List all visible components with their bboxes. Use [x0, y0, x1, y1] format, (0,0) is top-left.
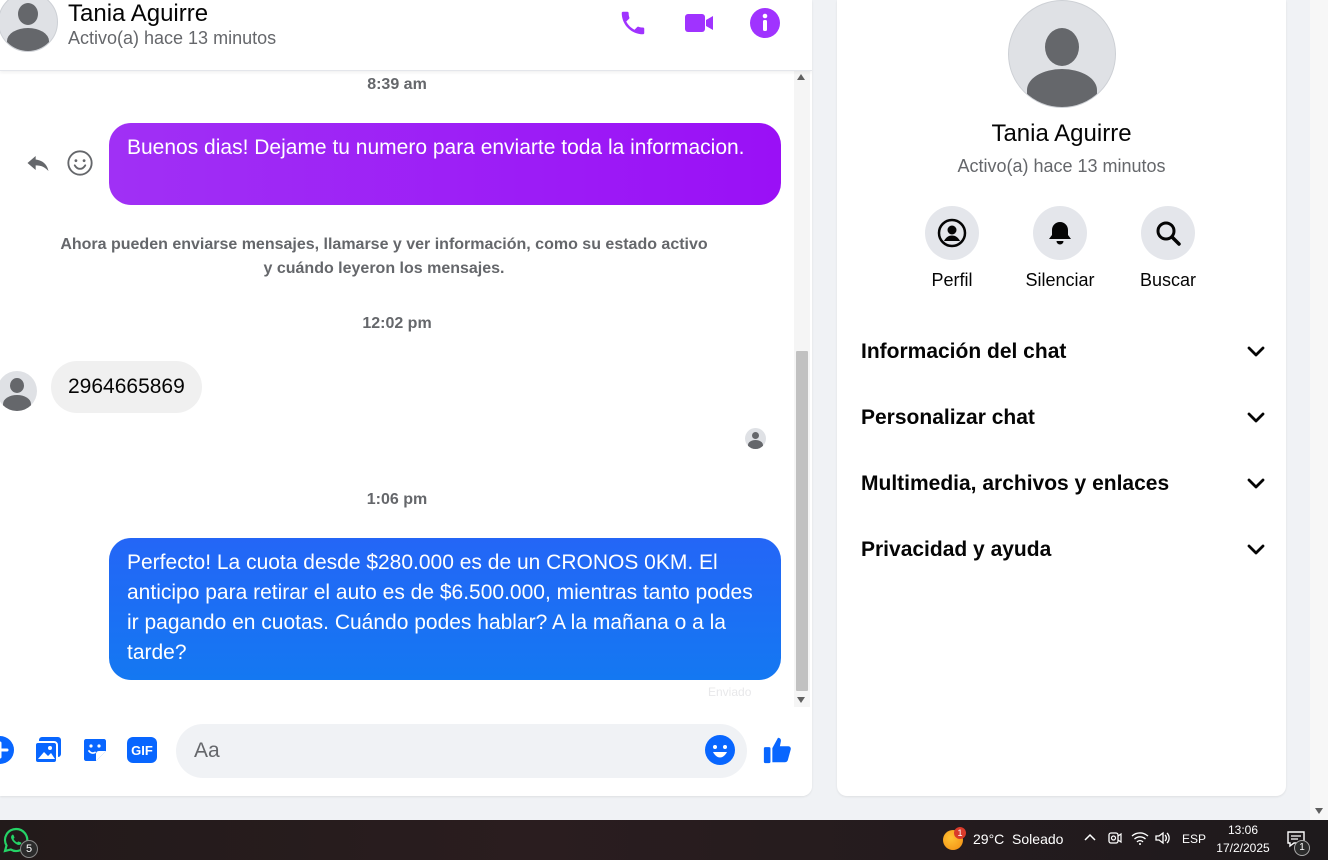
profile-icon [925, 206, 979, 260]
wifi-icon[interactable] [1131, 830, 1149, 849]
profile-button[interactable]: Perfil [902, 206, 1002, 291]
reply-icon[interactable] [24, 149, 52, 177]
chevron-down-icon [1247, 346, 1265, 357]
outgoing-message[interactable]: Buenos dias! Dejame tu numero para envia… [109, 123, 781, 205]
outgoing-message[interactable]: Perfecto! La cuota desde $280.000 es de … [109, 538, 781, 680]
chevron-down-icon [1247, 478, 1265, 489]
plus-icon[interactable] [0, 734, 16, 766]
mute-button[interactable]: Silenciar [1010, 206, 1110, 291]
message-input[interactable] [176, 724, 747, 778]
notification-badge: 1 [1294, 840, 1310, 856]
search-icon [1141, 206, 1195, 260]
whatsapp-badge: 5 [20, 840, 38, 858]
contact-name[interactable]: Tania Aguirre [68, 0, 208, 28]
emoji-icon[interactable] [704, 734, 736, 766]
chevron-up-icon[interactable] [1083, 830, 1097, 847]
profile-avatar[interactable] [1008, 0, 1116, 108]
contact-status: Activo(a) hace 13 minutos [68, 28, 277, 48]
section-privacy-help[interactable]: Privacidad y ayuda [861, 530, 1265, 570]
meet-icon[interactable] [1107, 830, 1123, 849]
profile-label: Perfil [931, 270, 973, 290]
scroll-up-arrow[interactable] [797, 74, 805, 80]
video-camera-icon[interactable] [682, 6, 716, 40]
contact-avatar[interactable] [0, 0, 58, 52]
sticker-icon[interactable] [79, 734, 111, 766]
clock-date[interactable]: 17/2/2025 [1212, 841, 1274, 855]
section-customize-chat[interactable]: Personalizar chat [861, 398, 1265, 438]
clock-time[interactable]: 13:06 [1216, 823, 1270, 837]
section-label: Información del chat [861, 340, 1067, 363]
chat-scrollbar[interactable] [794, 71, 810, 707]
section-label: Personalizar chat [861, 406, 1035, 429]
scroll-down-arrow[interactable] [1315, 808, 1323, 814]
profile-status: Activo(a) hace 13 minutos [957, 156, 1166, 176]
image-icon[interactable] [32, 734, 64, 766]
volume-icon[interactable] [1154, 830, 1172, 849]
scroll-down-arrow[interactable] [797, 697, 805, 703]
timestamp: 12:02 pm [362, 315, 432, 332]
section-chat-info[interactable]: Información del chat [861, 332, 1265, 372]
chat-header: Tania Aguirre Activo(a) hace 13 minutos [0, 0, 812, 71]
contact-avatar-small[interactable] [0, 371, 37, 411]
chat-info-panel: Tania Aguirre Activo(a) hace 13 minutos … [837, 0, 1286, 796]
search-button[interactable]: Buscar [1118, 206, 1218, 291]
section-media-files[interactable]: Multimedia, archivos y enlaces [861, 464, 1265, 504]
chat-panel: Tania Aguirre Activo(a) hace 13 minutos … [0, 0, 812, 796]
composer: GIF [0, 708, 812, 796]
message-list[interactable]: 8:39 am Buenos dias! Dejame tu numero pa… [0, 71, 794, 707]
sent-status: Enviado [708, 685, 752, 699]
mute-label: Silenciar [1025, 270, 1095, 290]
weather-text[interactable]: 29°C Soleado [973, 831, 1063, 847]
bell-icon [1033, 206, 1087, 260]
incoming-message[interactable]: 2964665869 [51, 361, 202, 413]
taskbar: 5 1 29°C Soleado ESP 13:06 17/2/2025 1 [0, 820, 1328, 860]
info-icon[interactable] [748, 6, 782, 40]
svg-text:GIF: GIF [131, 743, 153, 758]
language-indicator[interactable]: ESP [1182, 832, 1206, 846]
page-scrollbar[interactable] [1310, 0, 1328, 820]
profile-name: Tania Aguirre [991, 120, 1132, 147]
timestamp: 1:06 pm [366, 491, 428, 508]
thumbs-up-icon[interactable] [762, 734, 794, 766]
gif-icon[interactable]: GIF [126, 734, 158, 766]
weather-badge: 1 [954, 827, 966, 839]
chevron-down-icon [1247, 412, 1265, 423]
chevron-down-icon [1247, 544, 1265, 555]
section-label: Multimedia, archivos y enlaces [861, 472, 1170, 495]
search-label: Buscar [1139, 270, 1197, 290]
react-icon[interactable] [66, 149, 94, 177]
system-notice: Ahora pueden enviarse mensajes, llamarse… [60, 236, 708, 277]
timestamp: 8:39 am [367, 76, 427, 93]
section-label: Privacidad y ayuda [861, 538, 1052, 561]
read-receipt-avatar [745, 428, 766, 449]
phone-icon[interactable] [616, 6, 650, 40]
scroll-thumb[interactable] [796, 351, 808, 691]
